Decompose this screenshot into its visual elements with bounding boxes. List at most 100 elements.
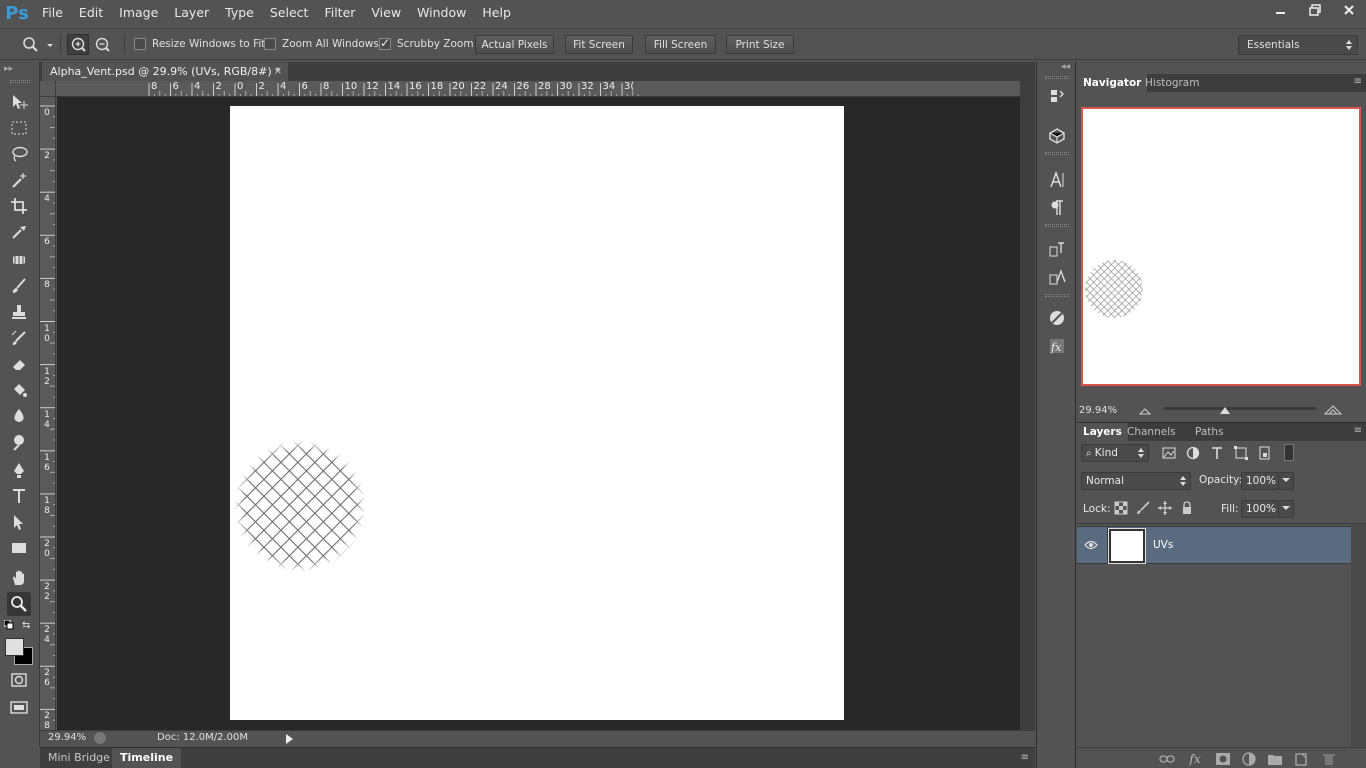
lasso-tool[interactable]: [7, 142, 31, 166]
close-button[interactable]: [1332, 0, 1366, 20]
filter-shape-icon[interactable]: [1233, 445, 1249, 461]
link-layers-icon[interactable]: [1159, 751, 1175, 767]
paragraph-styles-icon[interactable]: [1045, 238, 1069, 262]
document-tab[interactable]: Alpha_Vent.psd @ 29.9% (UVs, RGB/8#) * ×: [42, 62, 288, 81]
zoom-out-mode-button[interactable]: [93, 35, 113, 54]
blend-mode-dropdown[interactable]: Normal: [1081, 472, 1191, 490]
pen-tool[interactable]: [7, 458, 31, 482]
restore-button[interactable]: [1298, 0, 1332, 20]
layers-menu-icon[interactable]: ≡: [1354, 425, 1362, 436]
swap-colors-icon[interactable]: ⇆: [22, 620, 30, 631]
3d-panel-icon[interactable]: [1045, 124, 1069, 148]
filter-type-icon[interactable]: [1209, 445, 1225, 461]
lock-transparency-icon[interactable]: [1114, 501, 1128, 515]
crop-tool[interactable]: [7, 194, 31, 218]
tab-channels[interactable]: Channels: [1121, 423, 1182, 441]
default-colors-icon[interactable]: [4, 620, 14, 630]
delete-layer-icon[interactable]: [1321, 751, 1337, 767]
magic-wand-tool[interactable]: [7, 168, 31, 192]
zoom-all-windows-checkbox[interactable]: [264, 38, 276, 50]
fill-dropdown-arrow[interactable]: [1278, 500, 1294, 518]
zoom-in-mountain-icon[interactable]: [1324, 405, 1342, 415]
status-menu-arrow-icon[interactable]: [285, 734, 293, 744]
move-tool[interactable]: [7, 90, 31, 114]
tab-paths[interactable]: Paths: [1189, 423, 1230, 441]
foreground-color-swatch[interactable]: [5, 638, 24, 656]
eraser-tool[interactable]: [7, 352, 31, 376]
filter-adjustment-icon[interactable]: [1185, 445, 1201, 461]
zoom-tool[interactable]: [7, 592, 31, 616]
scrubby-zoom-checkbox[interactable]: [379, 36, 391, 50]
quick-mask-icon[interactable]: [7, 668, 31, 692]
slider-thumb[interactable]: [1219, 406, 1230, 414]
adjustments-panel-icon[interactable]: [1045, 306, 1069, 330]
clone-stamp-tool[interactable]: [7, 300, 31, 324]
screen-mode-icon[interactable]: [7, 696, 31, 720]
navigator-menu-icon[interactable]: ≡: [1354, 76, 1362, 87]
opacity-dropdown-arrow[interactable]: [1278, 472, 1294, 490]
menu-layer[interactable]: Layer: [166, 0, 217, 26]
menu-view[interactable]: View: [363, 0, 409, 26]
close-tab-icon[interactable]: ×: [274, 62, 282, 81]
fill-screen-button[interactable]: Fill Screen: [645, 35, 716, 54]
navigator-preview[interactable]: [1081, 107, 1361, 386]
paragraph-panel-icon[interactable]: [1045, 196, 1069, 220]
menu-select[interactable]: Select: [262, 0, 317, 26]
visibility-eye-icon[interactable]: [1084, 540, 1098, 550]
paint-bucket-tool[interactable]: [7, 378, 31, 402]
blur-tool[interactable]: [7, 404, 31, 428]
history-brush-tool[interactable]: [7, 326, 31, 350]
zoom-out-mountain-icon[interactable]: [1139, 407, 1151, 415]
expand-arrows-icon[interactable]: ◂◂: [1061, 62, 1070, 72]
navigator-zoom-value[interactable]: 29.94%: [1079, 405, 1117, 416]
eyedropper-tool[interactable]: [7, 220, 31, 244]
menu-edit[interactable]: Edit: [71, 0, 111, 26]
zoom-tool-preset-icon[interactable]: [22, 36, 54, 52]
menu-window[interactable]: Window: [409, 0, 474, 26]
status-share-icon[interactable]: [94, 732, 106, 744]
menu-type[interactable]: Type: [217, 0, 262, 26]
zoom-in-mode-button[interactable]: [67, 34, 89, 55]
ruler-origin[interactable]: [40, 81, 56, 97]
status-zoom[interactable]: 29.94%: [48, 732, 86, 743]
lock-all-icon[interactable]: [1180, 501, 1194, 515]
menu-filter[interactable]: Filter: [316, 0, 363, 26]
layer-style-fx-icon[interactable]: fx: [1187, 751, 1203, 767]
lock-position-icon[interactable]: [1158, 501, 1172, 515]
opacity-input[interactable]: 100%: [1241, 472, 1279, 490]
filter-smart-object-icon[interactable]: [1257, 445, 1273, 461]
filter-pixel-icon[interactable]: [1161, 445, 1177, 461]
vertical-scrollbar[interactable]: [1020, 81, 1035, 746]
actual-pixels-button[interactable]: Actual Pixels: [475, 35, 554, 54]
layer-row[interactable]: UVs: [1077, 526, 1351, 564]
lock-pixels-icon[interactable]: [1136, 501, 1150, 515]
rectangle-tool[interactable]: [7, 536, 31, 560]
history-panel-icon[interactable]: [1045, 84, 1069, 108]
tab-mini-bridge[interactable]: Mini Bridge: [40, 748, 118, 768]
new-layer-icon[interactable]: [1293, 751, 1309, 767]
hand-tool[interactable]: [7, 566, 31, 590]
resize-windows-checkbox[interactable]: [134, 38, 146, 50]
character-panel-icon[interactable]: [1045, 168, 1069, 192]
add-mask-icon[interactable]: [1215, 751, 1231, 767]
filter-toggle-switch[interactable]: [1284, 444, 1294, 461]
layer-thumbnail[interactable]: [1108, 528, 1146, 564]
type-tool[interactable]: [7, 484, 31, 508]
collapse-arrows-icon[interactable]: ▸▸: [4, 64, 13, 74]
marquee-tool[interactable]: [7, 116, 31, 140]
fit-screen-button[interactable]: Fit Screen: [565, 35, 633, 54]
document-canvas[interactable]: [230, 106, 844, 720]
layers-scrollbar[interactable]: [1351, 524, 1366, 746]
tab-timeline[interactable]: Timeline: [112, 748, 182, 768]
menu-help[interactable]: Help: [474, 0, 519, 26]
workspace-dropdown[interactable]: Essentials: [1238, 35, 1358, 55]
tab-histogram[interactable]: Histogram: [1139, 74, 1205, 92]
minimize-button[interactable]: [1264, 0, 1298, 20]
menu-file[interactable]: File: [34, 0, 71, 26]
layer-filter-dropdown[interactable]: ⌕ Kind: [1081, 444, 1149, 462]
print-size-button[interactable]: Print Size: [726, 35, 794, 54]
fill-input[interactable]: 100%: [1241, 500, 1279, 518]
new-group-icon[interactable]: [1267, 751, 1283, 767]
panel-menu-icon[interactable]: ≡: [1021, 752, 1029, 763]
tab-navigator[interactable]: Navigator: [1077, 74, 1148, 92]
